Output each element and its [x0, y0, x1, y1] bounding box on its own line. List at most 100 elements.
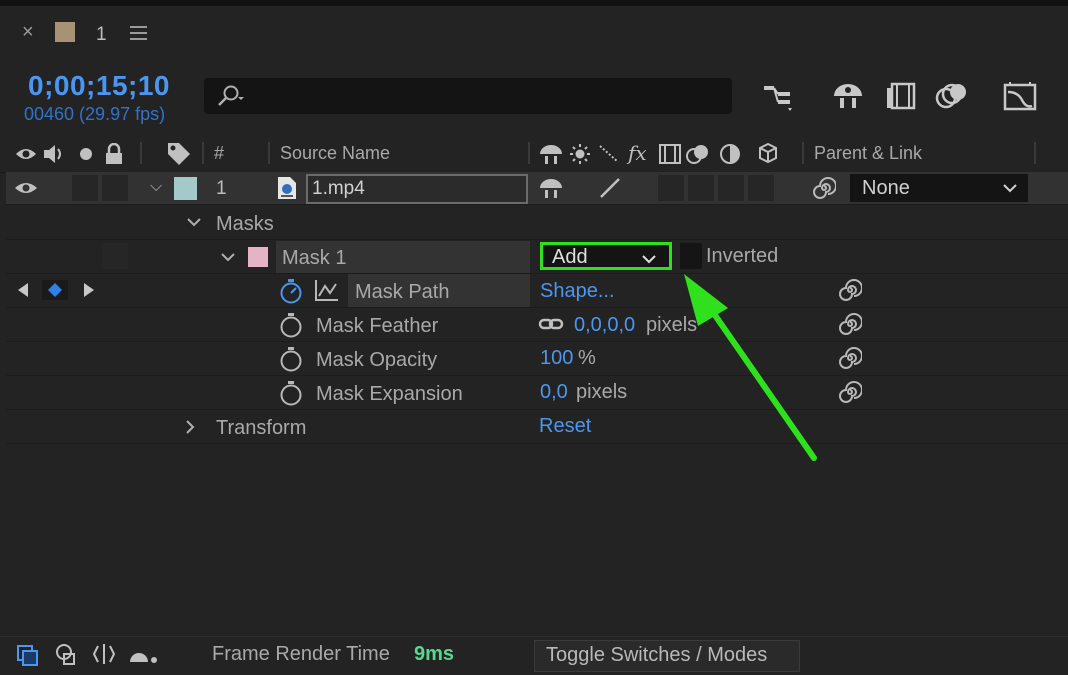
mask-feather-label: Mask Feather [316, 315, 439, 337]
number-column-header: # [214, 143, 225, 163]
masks-group-label: Masks [216, 213, 274, 235]
layer-name-field[interactable]: 1.mp4 [306, 174, 528, 204]
mask-expansion-row[interactable] [6, 376, 1068, 410]
annotation-arrow [684, 274, 817, 461]
composition-flowchart-icon[interactable] [762, 80, 798, 112]
mask-expansion-pick-whip-icon[interactable] [838, 380, 862, 404]
mask-expansion-value[interactable]: 0,0 [540, 381, 568, 404]
stopwatch-active-icon[interactable] [278, 278, 304, 304]
panel-tab-bar [0, 6, 1068, 62]
frame-count-display: 00460 (29.97 fps) [24, 104, 166, 124]
frame-render-time-value: 9ms [414, 643, 455, 665]
mask-expansion-label: Mask Expansion [316, 383, 463, 405]
mask-row[interactable] [6, 240, 1068, 274]
mask-lock-switch[interactable] [102, 243, 128, 269]
masks-group-row[interactable] [6, 205, 1068, 240]
frame-render-time-label: Frame Render Time [212, 643, 390, 665]
panel-menu-icon[interactable] [130, 26, 147, 44]
mask-inverted-checkbox[interactable] [680, 243, 702, 269]
eye-icon [16, 149, 36, 159]
layer-expand-chevron-icon[interactable]: ⌵ [150, 178, 162, 196]
render-time-pane-icon [130, 653, 157, 663]
label-tag-icon [168, 143, 190, 165]
mask-opacity-label: Mask Opacity [316, 349, 438, 371]
mask-opacity-unit: % [578, 347, 596, 369]
mask-opacity-value[interactable]: 100 [540, 347, 573, 370]
motion-blur-switch[interactable] [718, 175, 744, 201]
mask-name: Mask 1 [282, 247, 347, 269]
in-out-stretch-pane-icon [92, 644, 116, 664]
mask-mode-dropdown[interactable]: Add [540, 242, 672, 270]
previous-keyframe-icon [18, 283, 28, 297]
mask-opacity-row[interactable] [6, 342, 1068, 376]
av-switches-header [16, 143, 122, 164]
mask-expand-chevron-icon[interactable] [220, 251, 236, 263]
layer-switches-pane-icon [17, 645, 38, 666]
footer-tool-icons [17, 644, 157, 666]
frame-blend-switch[interactable] [688, 175, 714, 201]
source-name-column-header[interactable]: Source Name [280, 143, 390, 164]
frame-blending-icon[interactable] [884, 80, 920, 112]
motion-blur-switch-icon [686, 145, 708, 164]
mask-path-pick-whip-icon[interactable] [838, 278, 862, 302]
masks-expand-chevron-icon[interactable] [186, 216, 202, 228]
audio-icon [44, 145, 61, 163]
current-time-display[interactable]: 0;00;15;10 [28, 70, 170, 102]
mask-feather-row[interactable] [6, 308, 1068, 342]
stopwatch-icon[interactable] [278, 312, 304, 338]
mask-color-swatch[interactable] [248, 247, 268, 267]
keyframe-navigator[interactable] [14, 280, 98, 300]
mask-path-value[interactable]: Shape... [540, 280, 615, 303]
shy-icon [540, 145, 562, 164]
quality-switch-icon[interactable] [598, 176, 622, 200]
shy-switch-icon[interactable] [538, 176, 564, 200]
layer-number: 1 [216, 178, 227, 199]
search-input[interactable] [204, 78, 732, 114]
solo-icon [80, 148, 92, 160]
mask-feather-pick-whip-icon[interactable] [838, 312, 862, 336]
mask-path-row[interactable] [6, 274, 1068, 308]
composition-color-swatch [55, 22, 75, 42]
mask-opacity-pick-whip-icon[interactable] [838, 346, 862, 370]
motion-blur-icon[interactable] [934, 80, 970, 112]
stopwatch-icon[interactable] [278, 380, 304, 406]
parent-dropdown[interactable]: None [850, 174, 1028, 202]
search-icon[interactable] [214, 83, 244, 107]
mask-feather-value[interactable]: 0,0,0,0 [574, 314, 635, 337]
layer-switches-header: fx [540, 142, 777, 165]
mask-expansion-unit: pixels [576, 381, 628, 403]
parent-link-column-header: Parent & Link [814, 143, 923, 163]
transform-label: Transform [216, 417, 307, 439]
graph-icon[interactable] [314, 278, 340, 302]
fx-icon: fx [626, 142, 647, 165]
draft-3d-icon[interactable] [830, 80, 866, 112]
lock-icon [106, 143, 122, 164]
footage-file-icon [278, 177, 296, 199]
pick-whip-spiral-icon[interactable] [812, 176, 836, 200]
layer-visibility-eye-icon[interactable] [14, 180, 38, 196]
stopwatch-icon[interactable] [278, 346, 304, 372]
effects-switch[interactable] [658, 175, 684, 201]
graph-editor-icon[interactable] [1002, 80, 1038, 112]
close-tab-icon[interactable]: × [22, 22, 34, 42]
composition-tab-name[interactable]: 1 [96, 24, 107, 46]
frame-blend-switch-icon [659, 144, 681, 164]
chevron-down-icon [642, 255, 656, 264]
mask-path-label: Mask Path [355, 281, 450, 303]
layer-label-color[interactable] [174, 177, 197, 200]
next-keyframe-icon [84, 283, 94, 297]
constrain-proportions-link-icon[interactable] [538, 316, 564, 332]
3d-layer-icon [759, 142, 777, 164]
transform-expand-chevron-icon[interactable] [184, 419, 196, 435]
transform-row[interactable] [6, 410, 1068, 444]
lock-switch[interactable] [102, 175, 128, 201]
transfer-controls-pane-icon [56, 644, 75, 665]
collapse-sun-icon [570, 144, 590, 164]
transform-reset-link[interactable]: Reset [539, 415, 591, 438]
inverted-label: Inverted [706, 245, 779, 267]
adjustment-layer-icon [720, 144, 740, 164]
chevron-down-icon [1003, 184, 1017, 193]
toggle-switches-modes-button[interactable]: Toggle Switches / Modes [534, 640, 800, 672]
audio-switch[interactable] [72, 175, 98, 201]
adjustment-switch[interactable] [748, 175, 774, 201]
